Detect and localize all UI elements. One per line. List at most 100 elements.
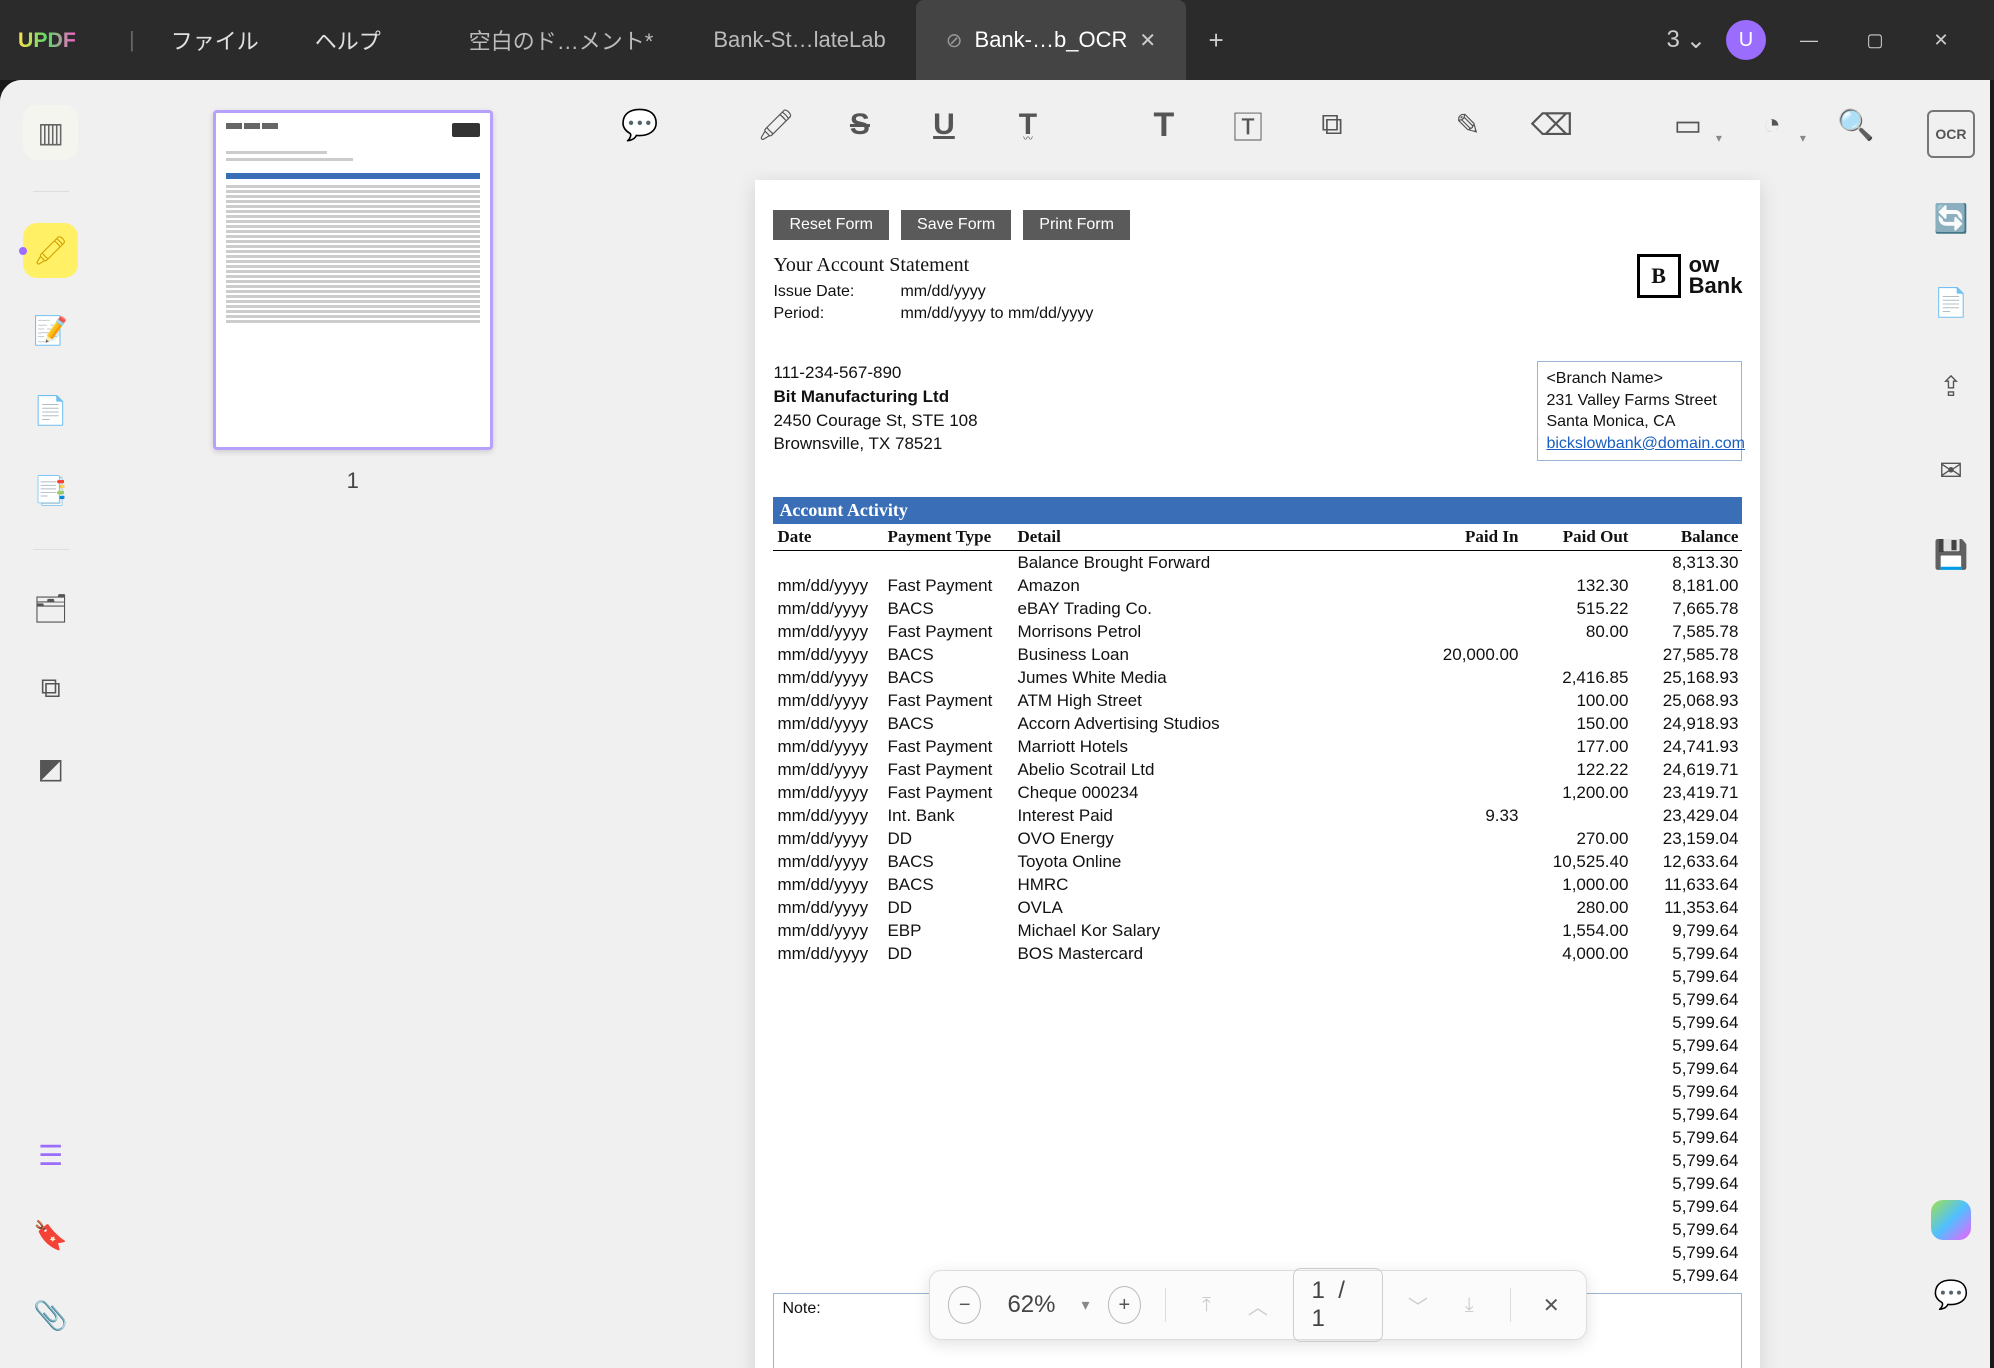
- customer-company: Bit Manufacturing Ltd: [773, 387, 949, 406]
- activity-header: Account Activity: [773, 497, 1742, 524]
- table-row: mm/dd/yyyyDDOVO Energy270.0023,159.04: [773, 827, 1742, 850]
- chat-icon[interactable]: 💬: [1927, 1270, 1975, 1318]
- highlighter-icon[interactable]: 🖍: [750, 99, 802, 151]
- pencil-icon[interactable]: ✎: [1442, 99, 1494, 151]
- forms-tool[interactable]: 📑: [23, 463, 78, 518]
- last-page-button[interactable]: ⤓: [1452, 1286, 1485, 1324]
- table-row: 5,799.64: [773, 1080, 1742, 1103]
- svg-text:UPDF: UPDF: [18, 28, 76, 52]
- thumbnails-tool[interactable]: ▥: [23, 105, 78, 160]
- organize-tool[interactable]: 🗂: [23, 581, 78, 636]
- strikethrough-icon[interactable]: S: [834, 99, 886, 151]
- period-label: Period:: [773, 305, 868, 323]
- issue-date-value[interactable]: mm/dd/yyyy: [900, 283, 985, 301]
- crop-tool[interactable]: ⧉: [23, 661, 78, 716]
- share-icon[interactable]: ⇪: [1927, 362, 1975, 410]
- highlight-tool[interactable]: 🖍: [23, 223, 78, 278]
- page-thumbnail-1[interactable]: [213, 110, 493, 450]
- table-row: 5,799.64: [773, 1218, 1742, 1241]
- table-row: 5,799.64: [773, 1126, 1742, 1149]
- export-icon[interactable]: 📄: [1927, 278, 1975, 326]
- menu-separator: |: [129, 27, 135, 53]
- page-indicator[interactable]: 1 / 1: [1293, 1268, 1384, 1342]
- tab-1[interactable]: Bank-St…lateLab: [683, 0, 915, 80]
- shape-icon[interactable]: ▭▾: [1662, 99, 1714, 151]
- ocr-icon[interactable]: OCR: [1927, 110, 1975, 158]
- customer-addr2: Brownsville, TX 78521: [773, 432, 977, 456]
- table-row: 5,799.64: [773, 1011, 1742, 1034]
- table-row: mm/dd/yyyyBACSJumes White Media2,416.852…: [773, 666, 1742, 689]
- tab-close-icon[interactable]: ✕: [1139, 28, 1156, 53]
- table-row: mm/dd/yyyyInt. BankInterest Paid9.3323,4…: [773, 804, 1742, 827]
- menu-file[interactable]: ファイル: [171, 24, 259, 56]
- squiggly-icon[interactable]: T〰: [1002, 99, 1054, 151]
- window-minimize[interactable]: —: [1786, 22, 1832, 58]
- table-row: mm/dd/yyyyBACSBusiness Loan20,000.0027,5…: [773, 643, 1742, 666]
- comment-icon[interactable]: 💬: [614, 99, 666, 151]
- window-maximize[interactable]: ▢: [1852, 22, 1898, 58]
- note-label: Note:: [782, 1300, 820, 1317]
- issue-date-label: Issue Date:: [773, 283, 868, 301]
- textbox-icon[interactable]: 🅃: [1222, 99, 1274, 151]
- table-row: mm/dd/yyyyFast PaymentCheque 0002341,200…: [773, 781, 1742, 804]
- app-logo: UPDF: [18, 20, 103, 60]
- branch-info-box: <Branch Name> 231 Valley Farms Street Sa…: [1537, 361, 1742, 461]
- next-page-button[interactable]: ﹀: [1401, 1286, 1434, 1324]
- layers-tool[interactable]: ☰: [23, 1128, 78, 1183]
- open-docs-counter[interactable]: 3⌄: [1667, 26, 1706, 55]
- prev-page-button[interactable]: ︿: [1241, 1286, 1274, 1324]
- tab-2-label: Bank-…b_OCR: [975, 27, 1128, 53]
- period-value[interactable]: mm/dd/yyyy to mm/dd/yyyy: [900, 305, 1093, 323]
- table-row: 5,799.64: [773, 988, 1742, 1011]
- ai-assistant-icon[interactable]: [1931, 1200, 1971, 1240]
- table-row: mm/dd/yyyyEBPMichael Kor Salary1,554.009…: [773, 919, 1742, 942]
- add-tab-button[interactable]: +: [1186, 0, 1246, 80]
- table-row: 5,799.64: [773, 1172, 1742, 1195]
- tab-1-label: Bank-St…lateLab: [713, 27, 885, 53]
- zoom-dropdown-icon[interactable]: ▾: [1081, 1295, 1089, 1315]
- tab-2[interactable]: ⊘ Bank-…b_OCR ✕: [916, 0, 1186, 80]
- email-icon[interactable]: ✉: [1927, 446, 1975, 494]
- branch-email-link[interactable]: bickslowbank@domain.com: [1546, 435, 1745, 452]
- attachment-tool[interactable]: 📎: [23, 1288, 78, 1343]
- stamp-icon[interactable]: ◔▾: [1746, 99, 1798, 151]
- callout-icon[interactable]: ⧉: [1306, 99, 1358, 151]
- no-edit-icon: ⊘: [946, 28, 963, 53]
- tab-0[interactable]: 空白のド…メント*: [439, 0, 684, 80]
- zoom-value[interactable]: 62%: [1007, 1291, 1055, 1319]
- save-form-button[interactable]: Save Form: [901, 210, 1011, 240]
- customer-addr1: 2450 Courage St, STE 108: [773, 409, 977, 433]
- convert-icon[interactable]: 🔄: [1927, 194, 1975, 242]
- save-icon[interactable]: 💾: [1927, 530, 1975, 578]
- search-icon[interactable]: 🔍: [1830, 99, 1882, 151]
- reset-form-button[interactable]: Reset Form: [773, 210, 889, 240]
- table-row: 5,799.64: [773, 965, 1742, 988]
- first-page-button[interactable]: ⤒: [1190, 1286, 1223, 1324]
- menu-help[interactable]: ヘルプ: [315, 24, 381, 56]
- redact-tool[interactable]: ◩: [23, 741, 78, 796]
- table-row: 5,799.64: [773, 1034, 1742, 1057]
- branch-name[interactable]: <Branch Name>: [1546, 368, 1733, 390]
- text-icon[interactable]: T: [1138, 99, 1190, 151]
- eraser-icon[interactable]: ⌫: [1526, 99, 1578, 151]
- table-row: mm/dd/yyyyFast PaymentAmazon132.308,181.…: [773, 574, 1742, 597]
- table-row: mm/dd/yyyyBACSAccorn Advertising Studios…: [773, 712, 1742, 735]
- zoom-in-button[interactable]: +: [1108, 1286, 1142, 1324]
- bookmark-tool[interactable]: 🔖: [23, 1208, 78, 1263]
- print-form-button[interactable]: Print Form: [1023, 210, 1130, 240]
- page-control-bar: − 62% ▾ + ⤒ ︿ 1 / 1 ﹀ ⤓ ✕: [929, 1270, 1587, 1340]
- table-row: mm/dd/yyyyFast PaymentMarriott Hotels177…: [773, 735, 1742, 758]
- close-pagebar-button[interactable]: ✕: [1535, 1286, 1568, 1324]
- col-paidin: Paid In: [1422, 524, 1522, 551]
- table-row: mm/dd/yyyyBACSeBAY Trading Co.515.227,66…: [773, 597, 1742, 620]
- underline-icon[interactable]: U: [918, 99, 970, 151]
- window-close[interactable]: ✕: [1918, 22, 1964, 58]
- annotate-tool[interactable]: 📝: [23, 303, 78, 358]
- tab-0-label: 空白のド…メント*: [469, 24, 654, 56]
- table-row: mm/dd/yyyyBACSHMRC1,000.0011,633.64: [773, 873, 1742, 896]
- edit-pages-tool[interactable]: 📄: [23, 383, 78, 438]
- branch-street: 231 Valley Farms Street: [1546, 390, 1733, 412]
- table-row: 5,799.64: [773, 1057, 1742, 1080]
- user-avatar[interactable]: U: [1726, 20, 1766, 60]
- zoom-out-button[interactable]: −: [948, 1286, 982, 1324]
